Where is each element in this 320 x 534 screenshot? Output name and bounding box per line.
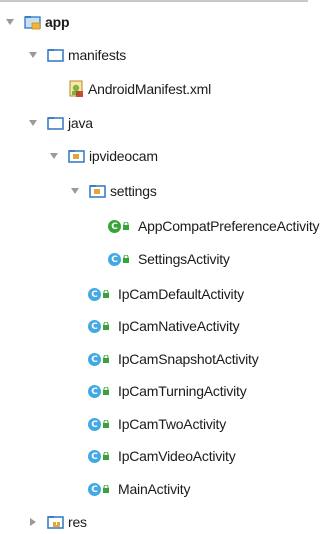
tree-label-java: java xyxy=(68,115,93,131)
tree-node-class[interactable]: C IpCamTurningActivity xyxy=(0,380,308,402)
collapse-arrow-icon[interactable] xyxy=(28,50,38,60)
tree-node-class[interactable]: C IpCamTwoActivity xyxy=(0,413,308,435)
collapse-arrow-icon[interactable] xyxy=(28,118,38,128)
tree-node-app-compat-preference-activity[interactable]: C AppCompatPreferenceActivity xyxy=(0,215,320,237)
collapse-arrow-icon[interactable] xyxy=(5,17,15,27)
tree-label-class: MainActivity xyxy=(118,481,191,497)
tree-node-class[interactable]: C IpCamVideoActivity xyxy=(0,445,308,467)
tree-node-settings-activity[interactable]: C SettingsActivity xyxy=(0,248,308,270)
tree-label-class: IpCamSnapshotActivity xyxy=(118,351,259,367)
tree-label-app: app xyxy=(45,14,70,30)
tree-label-class: IpCamTwoActivity xyxy=(118,416,227,432)
tree-node-class[interactable]: C MainActivity xyxy=(0,478,308,500)
tree-label-res: res xyxy=(68,514,87,530)
tree-node-res[interactable]: res xyxy=(0,511,308,533)
class-icon: C xyxy=(88,417,114,431)
package-folder-icon xyxy=(68,148,86,164)
expand-arrow-icon[interactable] xyxy=(28,517,38,527)
class-icon: C xyxy=(88,482,114,496)
tree-node-settings[interactable]: settings xyxy=(0,180,308,202)
class-icon: C xyxy=(88,287,114,301)
abstract-class-icon: C xyxy=(108,219,134,233)
tree-label-class: IpCamVideoActivity xyxy=(118,448,236,464)
tree-node-app[interactable]: app xyxy=(0,11,308,33)
class-icon: C xyxy=(88,319,114,333)
tree-label-manifests: manifests xyxy=(68,47,127,63)
class-icon: C xyxy=(88,352,114,366)
module-folder-icon xyxy=(24,14,42,30)
tree-node-android-manifest[interactable]: AndroidManifest.xml xyxy=(0,78,308,100)
tree-label-android-manifest: AndroidManifest.xml xyxy=(88,81,212,97)
package-folder-icon xyxy=(89,183,107,199)
class-icon: C xyxy=(108,252,134,266)
tree-node-manifests[interactable]: manifests xyxy=(0,44,308,66)
tree-node-class[interactable]: C IpCamDefaultActivity xyxy=(0,283,308,305)
tree-label-class: IpCamTurningActivity xyxy=(118,383,247,399)
android-manifest-icon xyxy=(68,80,86,97)
tree-label-class: IpCamDefaultActivity xyxy=(118,286,244,302)
class-icon: C xyxy=(88,384,114,398)
folder-icon xyxy=(47,47,65,63)
resource-folder-icon xyxy=(47,514,65,530)
tree-label-ipvideocam: ipvideocam xyxy=(89,148,158,164)
collapse-arrow-icon[interactable] xyxy=(49,151,59,161)
tree-label-class: IpCamNativeActivity xyxy=(118,318,240,334)
tree-node-class[interactable]: C IpCamNativeActivity xyxy=(0,315,308,337)
tree-node-java[interactable]: java xyxy=(0,112,308,134)
tree-label-app-compat-preference-activity: AppCompatPreferenceActivity xyxy=(138,218,320,234)
collapse-arrow-icon[interactable] xyxy=(70,186,80,196)
tree-node-class[interactable]: C IpCamSnapshotActivity xyxy=(0,348,308,370)
tree-label-settings: settings xyxy=(110,183,157,199)
class-icon: C xyxy=(88,449,114,463)
tree-node-ipvideocam[interactable]: ipvideocam xyxy=(0,145,308,167)
folder-icon xyxy=(47,115,65,131)
project-tree: app manifests AndroidManifest.xml java i… xyxy=(0,0,320,534)
tree-label-settings-activity: SettingsActivity xyxy=(138,251,230,267)
